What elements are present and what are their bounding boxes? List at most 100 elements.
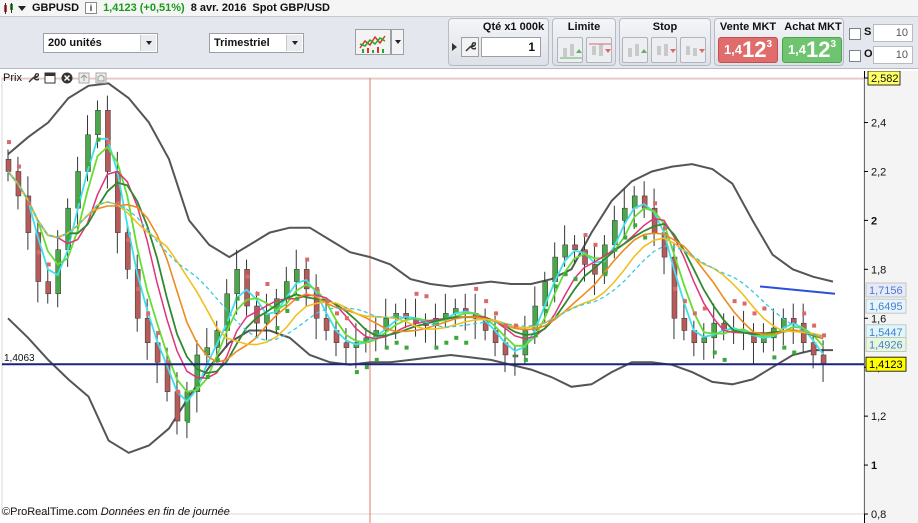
sar-dot (822, 333, 827, 338)
sell-price-pip: 3 (766, 39, 773, 50)
stop-sell-icon (657, 44, 676, 56)
sar-dot (344, 316, 349, 321)
candle-body (681, 318, 688, 331)
sar-dot (643, 235, 648, 240)
price-chart[interactable]: 1,40632,5822,42,221,81,61,41,210,81,7156… (0, 71, 918, 523)
sar-dot (185, 419, 190, 424)
sar-dot (76, 198, 81, 203)
units-select-chevron-down-icon[interactable] (140, 35, 156, 51)
sar-dot (474, 286, 479, 291)
indicators-button[interactable] (355, 29, 391, 55)
o-checkbox-label: O (864, 48, 873, 60)
sar-dot (275, 326, 280, 331)
sar-dot (354, 370, 359, 375)
order-settings-button[interactable] (461, 37, 479, 57)
s-checkbox-label: S (864, 26, 872, 38)
sar-dot (503, 323, 508, 328)
sar-dot (16, 164, 21, 169)
quantity-panel: Qté x1 000k 1 (448, 18, 549, 66)
candle-body (184, 391, 191, 422)
buy-market-label: Achat MKT (784, 21, 842, 33)
sar-dot (553, 284, 558, 289)
candle-body (5, 158, 12, 172)
limit-label: Limite (567, 21, 601, 33)
sar-dot (573, 277, 578, 282)
candle-body (562, 244, 568, 258)
ma-dark-green-line (7, 170, 824, 375)
indicators-chart-icon (359, 35, 386, 53)
s-value-input[interactable]: 10 (873, 24, 913, 42)
units-select-value: 200 unités (48, 37, 102, 49)
close-icon[interactable] (61, 72, 73, 84)
sar-dot (106, 140, 111, 145)
sar-dot (663, 225, 668, 230)
symbol-dropdown-icon[interactable] (18, 5, 26, 11)
indicator-value-label: 1,4123 (869, 359, 903, 371)
sell-market-button[interactable]: 1,4123 (718, 37, 778, 63)
sar-dot (46, 262, 51, 267)
sar-dot (454, 335, 459, 340)
window-icon[interactable] (44, 72, 56, 84)
indicator-value-label: 1,5447 (869, 327, 903, 339)
limit-buy-button[interactable] (557, 37, 583, 63)
o-checkbox[interactable] (849, 50, 861, 62)
sar-dot (156, 330, 161, 335)
sar-dot (653, 201, 658, 206)
sar-dot (792, 350, 797, 355)
limit-sell-button[interactable] (586, 37, 612, 63)
trailing-stop-button[interactable] (680, 37, 706, 63)
chevron-down-icon (394, 40, 401, 44)
sar-dot (742, 301, 747, 306)
y-tick-label: 1 (871, 460, 877, 472)
sar-dot (414, 291, 419, 296)
chart-header: Prix (0, 70, 112, 86)
sar-dot (215, 357, 220, 362)
indicator-value-label: 1,4926 (869, 340, 903, 352)
buy-market-button[interactable]: 1,4123 (782, 37, 842, 63)
sar-dot (394, 340, 399, 345)
sar-dot (782, 345, 787, 350)
sell-price-prefix: 1,4 (723, 42, 743, 57)
sar-dot (702, 306, 707, 311)
indicator-value-label: 1,6495 (869, 301, 903, 313)
plot-frame (1, 77, 865, 515)
chart-footer: ©ProRealTime.com Données en fin de journ… (2, 506, 230, 518)
sar-dot (285, 308, 290, 313)
reference-line-label: 1,4063 (4, 353, 35, 364)
sell-market-label: Vente MKT (719, 21, 777, 33)
sar-dot (295, 296, 300, 301)
wrench-icon[interactable] (27, 72, 39, 84)
sar-dot (523, 357, 528, 362)
sar-dot (444, 340, 449, 345)
stop-buy-button[interactable] (622, 37, 648, 63)
sar-dot (146, 311, 151, 316)
quote-date: 8 avr. 2016 (190, 2, 247, 14)
sar-dot (205, 374, 210, 379)
y-tick-label: 1,6 (871, 313, 886, 325)
sar-dot (225, 321, 230, 326)
info-icon[interactable]: i (85, 2, 98, 14)
sar-dot (255, 291, 260, 296)
move-up-icon[interactable] (78, 72, 90, 84)
quantity-input[interactable]: 1 (481, 37, 541, 57)
s-checkbox[interactable] (849, 28, 861, 40)
limit-panel: Limite (552, 18, 616, 66)
sar-dot (484, 299, 489, 304)
candle-body (343, 342, 350, 348)
sar-dot (603, 272, 608, 277)
title-bar: GBPUSD i 1,4123 (+0,51%) 8 avr. 2016 Spo… (0, 0, 918, 17)
o-value-input[interactable]: 10 (873, 46, 913, 64)
candle-body (234, 269, 240, 295)
limit-buy-icon (560, 44, 582, 59)
y-tick-label: 2,582 (871, 73, 899, 85)
period-select-chevron-down-icon[interactable] (286, 35, 302, 51)
wrench-icon (465, 42, 476, 52)
move-down-icon[interactable] (95, 72, 107, 84)
units-select[interactable]: 200 unités (43, 33, 158, 53)
indicators-dropdown-button[interactable] (391, 29, 404, 55)
sar-dot (325, 299, 330, 304)
symbol-label[interactable]: GBPUSD (32, 2, 79, 14)
expand-arrow-icon[interactable] (452, 43, 457, 51)
period-select[interactable]: Trimestriel (209, 33, 304, 53)
stop-sell-button[interactable] (651, 37, 677, 63)
